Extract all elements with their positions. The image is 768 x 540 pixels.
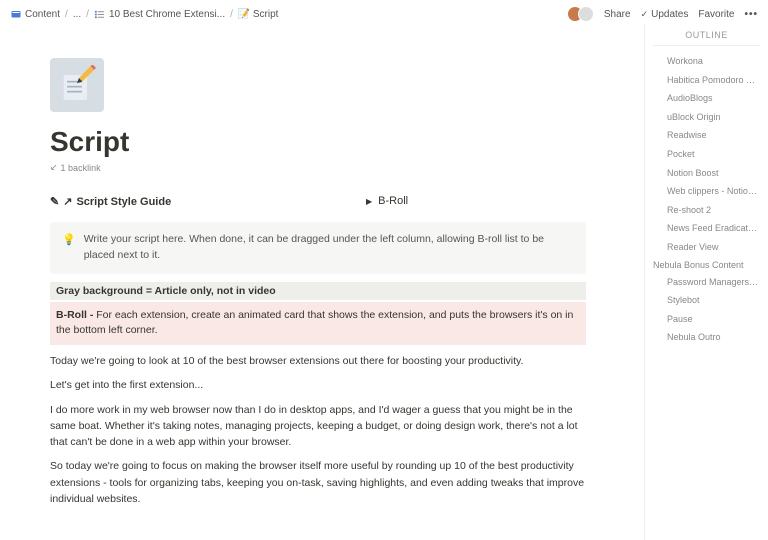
outline-item[interactable]: Pause <box>653 310 760 329</box>
columns: ✎ ↗ Script Style Guide ▶ B-Roll <box>50 195 586 208</box>
breadcrumb-root[interactable]: Content <box>10 8 60 20</box>
pencil-icon: ✎ <box>50 195 59 208</box>
breadcrumb-sep: / <box>65 9 68 20</box>
callout-text: Write your script here. When done, it ca… <box>84 232 574 264</box>
page-content: Script ↙ 1 backlink ✎ ↗ Script Style Gui… <box>0 28 636 535</box>
backlink-arrow-icon: ↙ <box>50 162 58 173</box>
memo-icon: 📝 <box>238 8 250 20</box>
share-button[interactable]: Share <box>604 9 631 20</box>
outline-item[interactable]: News Feed Eradicator ... <box>653 219 760 238</box>
script-style-guide-link[interactable]: ✎ ↗ Script Style Guide <box>50 195 346 208</box>
gray-block[interactable]: Gray background = Article only, not in v… <box>50 282 586 300</box>
broll-toggle[interactable]: ▶ B-Roll <box>366 195 586 207</box>
folder-icon <box>10 8 22 20</box>
pink-label: B-Roll - <box>56 309 96 321</box>
avatar <box>578 6 594 22</box>
favorite-button[interactable]: Favorite <box>698 9 734 20</box>
text-block[interactable]: Today we're going to look at 10 of the b… <box>50 353 586 369</box>
updates-label: Updates <box>651 9 688 20</box>
breadcrumb-parent[interactable]: 10 Best Chrome Extensi... <box>94 8 225 20</box>
list-icon <box>94 8 106 20</box>
outline-item[interactable]: Nebula Outro <box>653 328 760 347</box>
breadcrumb-current[interactable]: 📝 Script <box>238 8 279 20</box>
outline-title: OUTLINE <box>653 30 760 46</box>
updates-button[interactable]: ✓ Updates <box>641 9 689 20</box>
backlinks-button[interactable]: ↙ 1 backlink <box>50 162 586 173</box>
backlink-count: 1 backlink <box>61 163 101 173</box>
main-scroll[interactable]: Script ↙ 1 backlink ✎ ↗ Script Style Gui… <box>0 28 636 540</box>
outline-item[interactable]: Notion Boost <box>653 164 760 183</box>
outline-item[interactable]: Workona <box>653 52 760 71</box>
breadcrumb: Content / ... / 10 Best Chrome Extensi..… <box>10 8 567 20</box>
page-title[interactable]: Script <box>50 126 586 158</box>
broll-label: B-Roll <box>378 195 408 207</box>
memo-pencil-icon <box>57 65 97 105</box>
lightbulb-icon: 💡 <box>62 232 76 264</box>
text-block[interactable]: Let's get into the first extension... <box>50 377 586 393</box>
col-right: ▶ B-Roll <box>366 195 586 208</box>
breadcrumb-current-label: Script <box>253 9 279 20</box>
outline-item[interactable]: AudioBlogs <box>653 89 760 108</box>
outline-item[interactable]: uBlock Origin <box>653 108 760 127</box>
triangle-right-icon: ▶ <box>366 197 372 206</box>
more-menu-button[interactable]: ••• <box>744 9 758 20</box>
page-icon[interactable] <box>50 58 104 112</box>
col-left: ✎ ↗ Script Style Guide <box>50 195 346 208</box>
outline-item[interactable]: Readwise <box>653 126 760 145</box>
pink-rest: For each extension, create an animated c… <box>56 309 573 337</box>
outline-item[interactable]: Password Managers - ... <box>653 273 760 292</box>
breadcrumb-ellipsis[interactable]: ... <box>73 9 81 20</box>
outline-item[interactable]: Re-shoot 2 <box>653 201 760 220</box>
check-icon: ✓ <box>641 9 649 20</box>
text-block[interactable]: So today we're going to focus on making … <box>50 458 586 507</box>
outline-item[interactable]: Web clippers - Notion... <box>653 182 760 201</box>
outline-item[interactable]: Pocket <box>653 145 760 164</box>
breadcrumb-sep: / <box>86 9 89 20</box>
breadcrumb-parent-label: 10 Best Chrome Extensi... <box>109 9 225 20</box>
avatar-stack[interactable] <box>567 6 594 22</box>
callout-block[interactable]: 💡 Write your script here. When done, it … <box>50 222 586 274</box>
link-arrow-icon: ↗ <box>63 195 72 208</box>
breadcrumb-root-label: Content <box>25 9 60 20</box>
outline-item[interactable]: Reader View <box>653 238 760 257</box>
pink-block[interactable]: B-Roll - For each extension, create an a… <box>50 302 586 346</box>
outline-group[interactable]: Nebula Bonus Content <box>653 257 760 273</box>
outline-list: WorkonaHabitica Pomodoro Si...AudioBlogs… <box>653 52 760 347</box>
outline-panel: OUTLINE WorkonaHabitica Pomodoro Si...Au… <box>644 24 768 540</box>
top-actions: Share ✓ Updates Favorite ••• <box>567 6 758 22</box>
outline-item[interactable]: Stylebot <box>653 291 760 310</box>
style-guide-label: Script Style Guide <box>76 196 171 208</box>
breadcrumb-sep: / <box>230 9 233 20</box>
outline-item[interactable]: Habitica Pomodoro Si... <box>653 71 760 90</box>
text-block[interactable]: I do more work in my web browser now tha… <box>50 402 586 451</box>
